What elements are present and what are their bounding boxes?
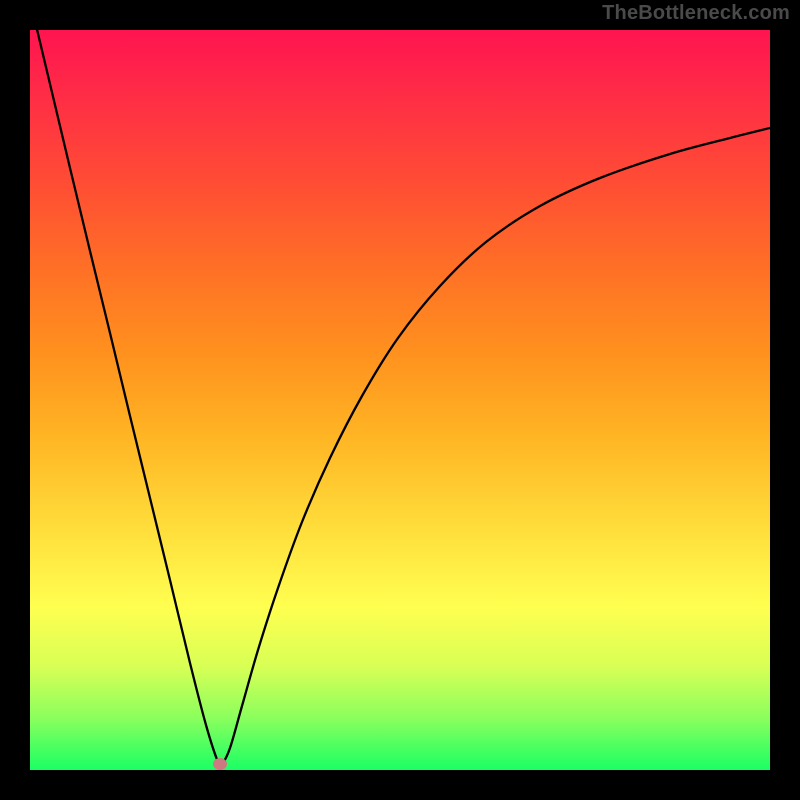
bottleneck-curve (30, 30, 770, 766)
curve-svg (30, 30, 770, 770)
watermark-text: TheBottleneck.com (602, 2, 790, 25)
minimum-marker (213, 758, 227, 770)
plot-area (30, 30, 770, 770)
chart-frame: TheBottleneck.com (0, 0, 800, 800)
